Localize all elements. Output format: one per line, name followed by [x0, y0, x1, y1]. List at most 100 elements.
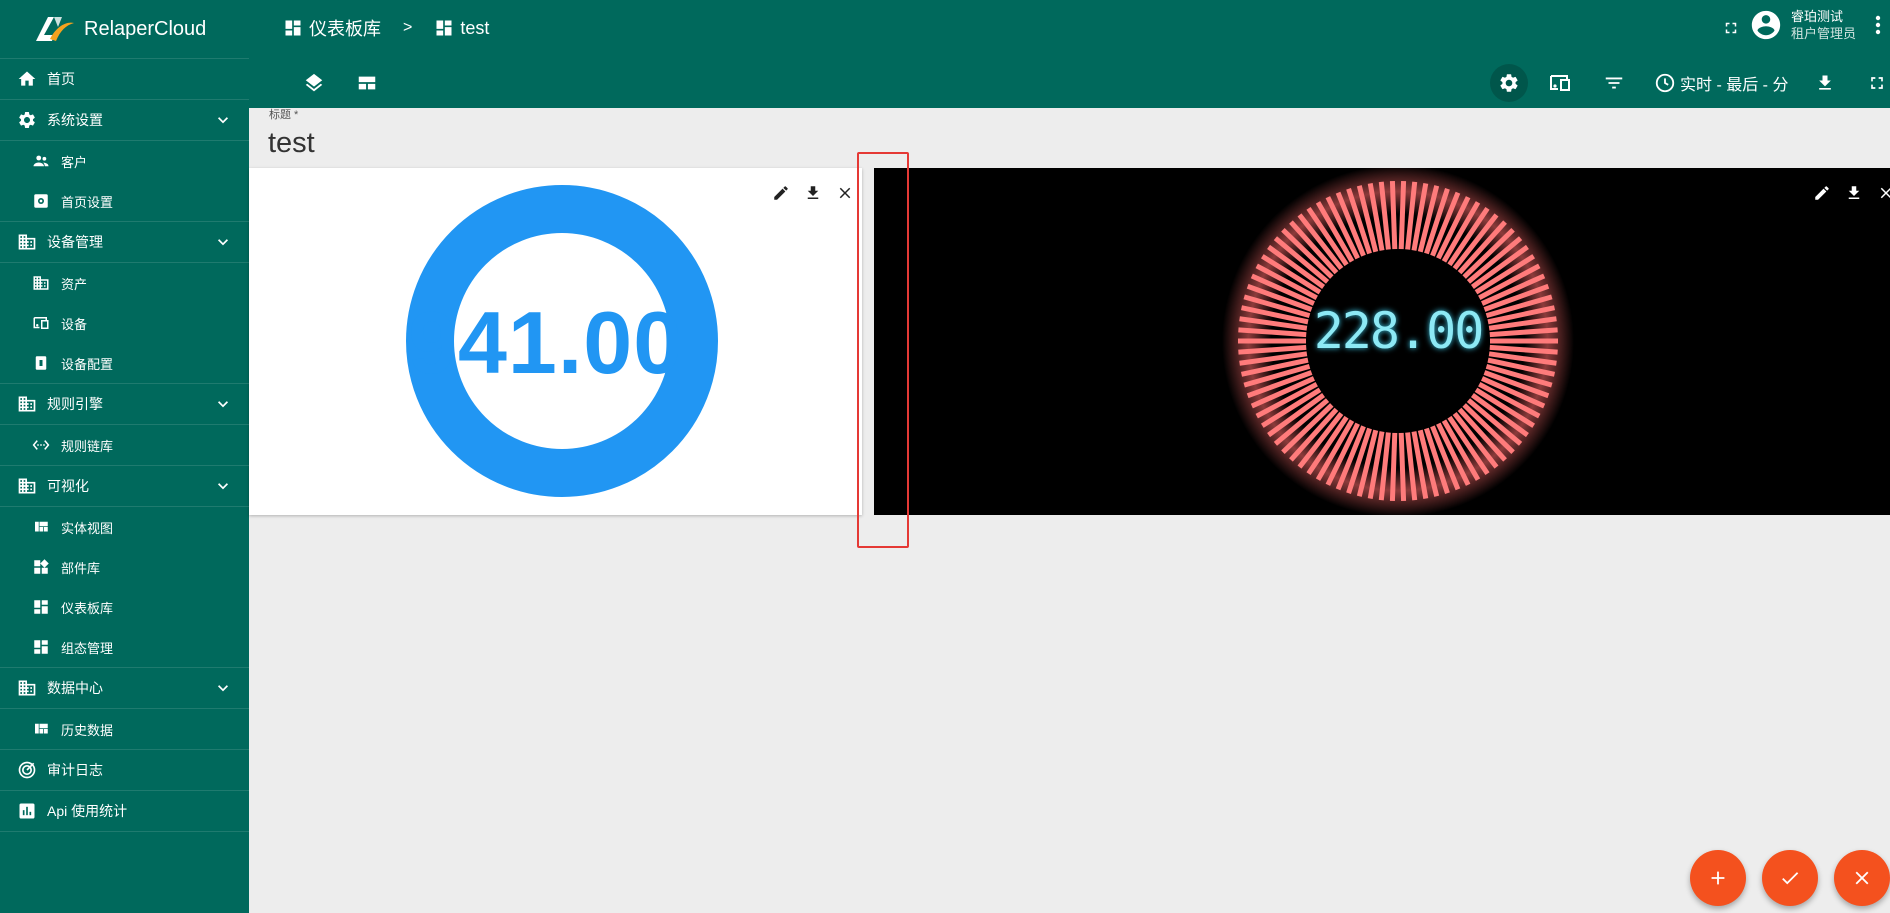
- sidebar-item[interactable]: 可视化: [0, 466, 249, 507]
- chevron-down-icon[interactable]: [213, 394, 233, 417]
- sidebar-item-label: 系统设置: [47, 112, 103, 128]
- time-window-button[interactable]: 实时 - 最后 - 分: [1654, 68, 1788, 98]
- devices-icon: [30, 312, 52, 334]
- sidebar-item[interactable]: 规则引擎: [0, 384, 249, 425]
- view-quilt-icon: [30, 718, 52, 740]
- view-agenda-icon[interactable]: [352, 68, 382, 98]
- sidebar-item[interactable]: 设备管理: [0, 222, 249, 263]
- sidebar-item[interactable]: 资产: [0, 263, 249, 303]
- building-icon: [16, 677, 38, 699]
- sidebar-item[interactable]: 首页: [0, 59, 249, 100]
- user-name: 睿珀测试: [1790, 9, 1843, 24]
- plus-icon: [1711, 871, 1725, 885]
- settings-icon[interactable]: [1490, 64, 1528, 102]
- sidebar-item[interactable]: 实体视图: [0, 507, 249, 547]
- nav-list: 首页系统设置客户首页设置设备管理资产设备设备配置规则引擎规则链库可视化实体视图部…: [0, 59, 249, 832]
- sidebar-item-label: 资产: [61, 276, 88, 292]
- sidebar-item[interactable]: 部件库: [0, 547, 249, 587]
- digital-gauge-value: 228.00: [1313, 302, 1485, 360]
- cancel-changes-button[interactable]: [1834, 850, 1890, 906]
- sidebar-item[interactable]: 组态管理: [0, 627, 249, 668]
- chevron-down-icon[interactable]: [213, 232, 233, 255]
- highlight-box: [857, 152, 909, 548]
- user-menu[interactable]: 睿珀测试 租户管理员: [1749, 8, 1882, 42]
- building-icon: [16, 231, 38, 253]
- more-vert-icon[interactable]: [1874, 14, 1882, 36]
- sidebar-item-label: 可视化: [47, 478, 89, 494]
- sidebar-item[interactable]: 系统设置: [0, 100, 249, 141]
- breadcrumb: 仪表板库 > test: [283, 14, 489, 42]
- devices-icon[interactable]: [1545, 68, 1575, 98]
- sidebar-item[interactable]: 审计日志: [0, 750, 249, 791]
- dashboard-icon: [30, 636, 52, 658]
- check-icon: [1782, 872, 1799, 885]
- gauge-tick: [1398, 181, 1407, 250]
- building-icon: [30, 272, 52, 294]
- sidebar-item-label: 客户: [61, 154, 88, 170]
- sidebar-item[interactable]: 历史数据: [0, 709, 249, 750]
- view-quilt-icon: [30, 516, 52, 538]
- sidebar-item[interactable]: 设备: [0, 303, 249, 343]
- sidebar-item-label: 首页: [47, 71, 75, 87]
- dashboard-icon: [283, 18, 303, 38]
- dashboard-icon: [30, 596, 52, 618]
- building-icon: [16, 393, 38, 415]
- gauge-tick: [1389, 432, 1398, 501]
- chevron-down-icon[interactable]: [213, 476, 233, 499]
- download-icon[interactable]: [797, 180, 829, 206]
- time-window-label: 实时 - 最后 - 分: [1680, 77, 1789, 94]
- logo-icon: [36, 17, 74, 41]
- sidebar-item[interactable]: 规则链库: [0, 425, 249, 466]
- bar-chart-icon: [16, 800, 38, 822]
- gauge-tick: [1389, 181, 1398, 250]
- gauge-tick: [1398, 432, 1407, 501]
- breadcrumb-root[interactable]: 仪表板库: [309, 15, 381, 41]
- edit-icon[interactable]: [765, 180, 797, 206]
- sidebar-item[interactable]: 首页设置: [0, 181, 249, 222]
- filter-list-icon[interactable]: [1599, 68, 1629, 98]
- breadcrumb-current: test: [460, 17, 490, 38]
- chevron-down-icon[interactable]: [213, 678, 233, 701]
- sidebar-item[interactable]: 客户: [0, 141, 249, 181]
- user-role: 租户管理员: [1790, 26, 1856, 41]
- sidebar-item[interactable]: 设备配置: [0, 343, 249, 384]
- close-icon[interactable]: [1870, 180, 1890, 206]
- donut-gauge-value: 941.00: [408, 293, 678, 392]
- edit-icon[interactable]: [1806, 180, 1838, 206]
- settings-ethernet-icon: [30, 434, 52, 456]
- apply-changes-button[interactable]: [1762, 850, 1818, 906]
- donut-gauge-value-clip: 941.00: [408, 288, 678, 398]
- dashboard-title-input[interactable]: test: [268, 127, 315, 160]
- dashboard-toolbar: 实时 - 最后 - 分: [249, 62, 1890, 102]
- download-icon[interactable]: [1810, 68, 1840, 98]
- settings-app-icon: [30, 190, 52, 212]
- fullscreen-icon[interactable]: [1862, 68, 1890, 98]
- layers-icon[interactable]: [299, 68, 329, 98]
- dashboard-icon: [434, 18, 454, 38]
- sidebar-item[interactable]: 仪表板库: [0, 587, 249, 627]
- sidebar-item-label: 设备管理: [47, 234, 103, 250]
- logo[interactable]: RelaperCloud: [0, 0, 249, 59]
- close-icon: [1855, 871, 1869, 885]
- sidebar-item-label: 规则链库: [61, 438, 114, 454]
- fullscreen-icon[interactable]: [1717, 14, 1745, 42]
- sidebar-item-label: 组态管理: [61, 640, 114, 656]
- track-changes-icon: [16, 759, 38, 781]
- chevron-down-icon[interactable]: [213, 110, 233, 133]
- download-icon[interactable]: [1838, 180, 1870, 206]
- sidebar-item[interactable]: 数据中心: [0, 668, 249, 709]
- sidebar-item-label: 设备配置: [61, 356, 114, 372]
- home-icon: [16, 68, 38, 90]
- sidebar-item[interactable]: Api 使用统计: [0, 791, 249, 832]
- sidebar-item-label: 设备: [61, 316, 88, 332]
- brand-name: RelaperCloud: [84, 17, 207, 40]
- add-widget-button[interactable]: [1690, 850, 1746, 906]
- account-circle-icon: [1749, 8, 1783, 42]
- breadcrumb-separator: >: [403, 19, 413, 36]
- sidebar-item-label: 部件库: [61, 560, 101, 576]
- sidebar-item-label: 审计日志: [47, 762, 103, 778]
- sidebar-item-label: 规则引擎: [47, 396, 103, 412]
- widget-actions: [765, 180, 861, 206]
- sidebar: RelaperCloud 首页系统设置客户首页设置设备管理资产设备设备配置规则引…: [0, 0, 249, 913]
- sidebar-item-label: 数据中心: [47, 680, 103, 696]
